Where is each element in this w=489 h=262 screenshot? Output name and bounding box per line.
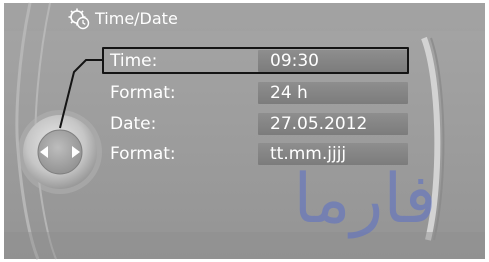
date-label: Date: <box>110 114 157 134</box>
controller-knob-icon[interactable] <box>38 141 82 163</box>
date-value-field[interactable]: 27.05.2012 <box>258 113 408 135</box>
date-format-label: Format: <box>110 144 176 164</box>
time-format-label: Format: <box>110 83 176 103</box>
settings-clock-icon <box>68 8 90 30</box>
left-arrow-icon[interactable] <box>40 146 48 158</box>
watermark: فارما <box>293 160 437 239</box>
page-title: Time/Date <box>95 9 178 28</box>
selection-highlight[interactable] <box>102 47 409 74</box>
time-format-value-field[interactable]: 24 h <box>258 82 408 104</box>
right-arrow-icon[interactable] <box>72 146 80 158</box>
idrive-screen: Time/Date Time: 09:30 Format: 24 h Date:… <box>0 0 489 262</box>
